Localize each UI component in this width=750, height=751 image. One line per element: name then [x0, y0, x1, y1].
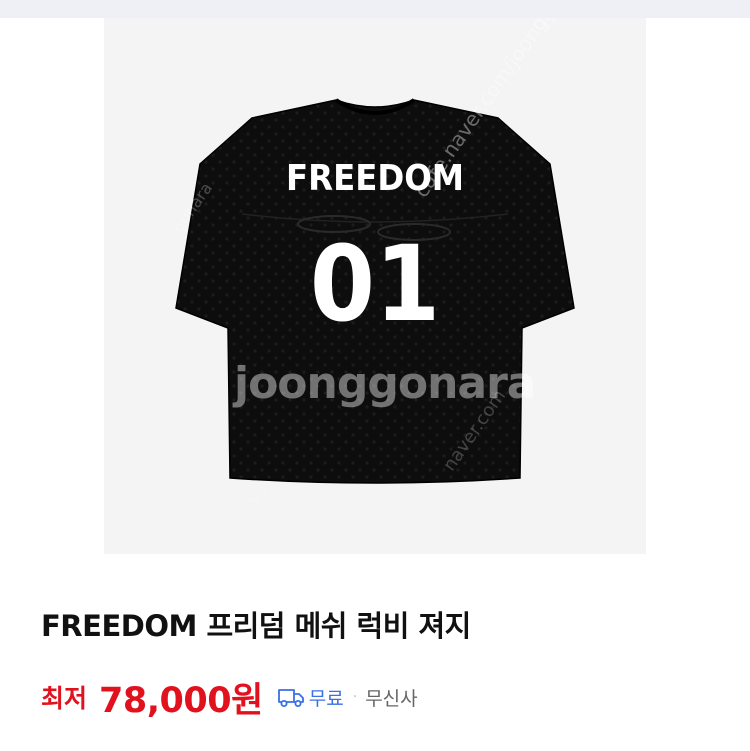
separator-dot: · [352, 689, 358, 705]
shipping-label: 무료 [308, 687, 344, 710]
seller-name[interactable]: 무신사 [365, 684, 417, 711]
price-value: 78,000원 [99, 680, 263, 721]
lowest-price-label: 최저 [41, 684, 88, 713]
product-title[interactable]: FREEDOM 프리덤 메쉬 럭비 져지 [41, 603, 471, 645]
price-row: 최저 78,000원 무료 · 무신사 [41, 672, 418, 722]
top-header-strip [0, 0, 750, 18]
jersey-print-number: 01 [310, 223, 440, 345]
jersey-illustration: FREEDOM 01 [175, 98, 575, 484]
delivery-truck-icon [277, 686, 305, 708]
product-image[interactable]: FREEDOM 01 joonggonara cafe.naver.com/jo… [104, 18, 646, 554]
